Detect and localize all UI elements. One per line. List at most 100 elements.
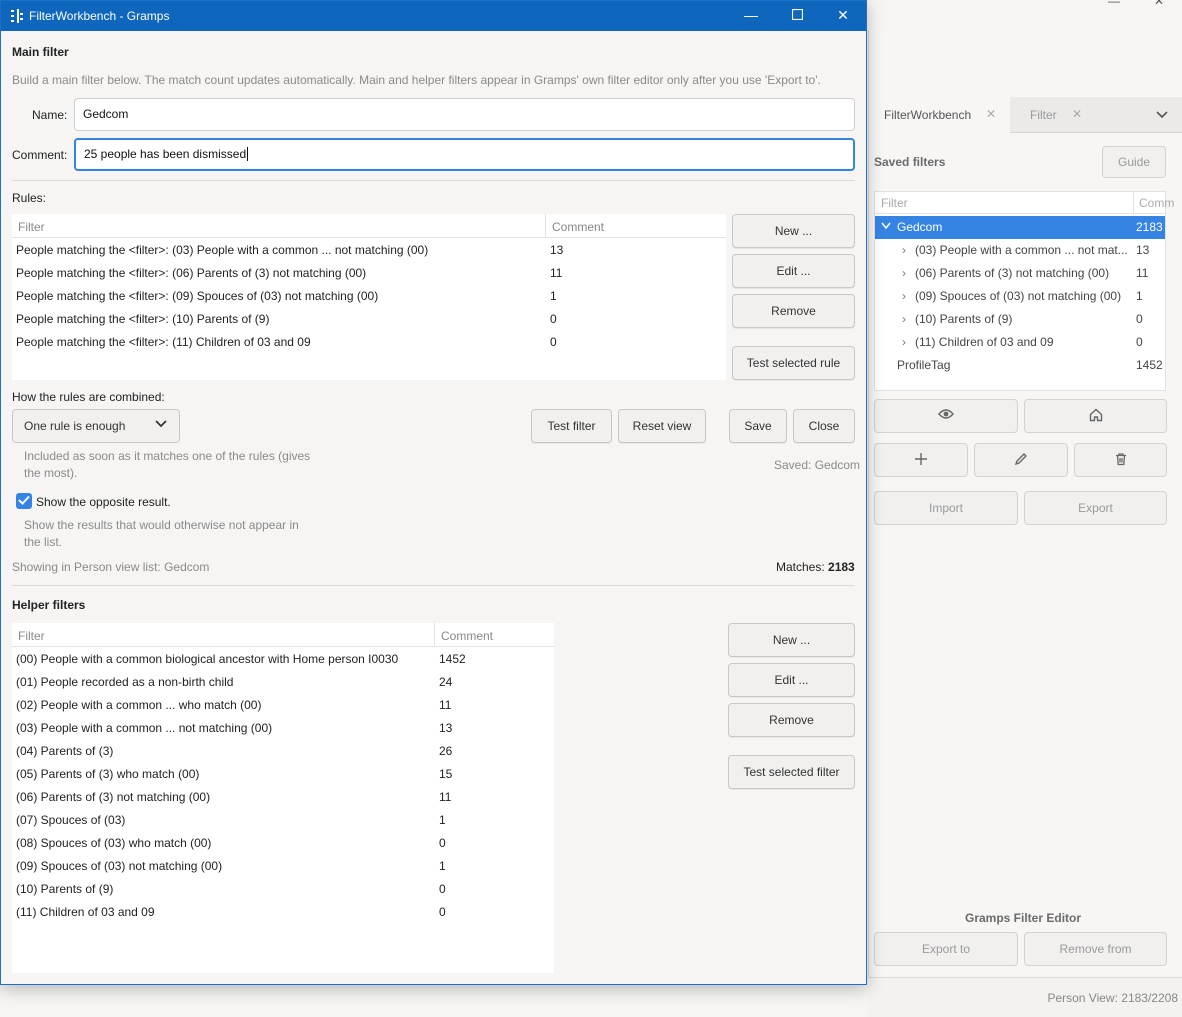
view-filter-button[interactable]: [874, 399, 1018, 433]
column-filter[interactable]: Filter: [18, 629, 45, 643]
expander-closed-icon[interactable]: ›: [902, 243, 906, 257]
tab-filterworkbench[interactable]: FilterWorkbench ✕: [872, 97, 1010, 133]
opposite-checkbox[interactable]: [16, 493, 32, 509]
tree-row[interactable]: ProfileTag 1452: [875, 354, 1165, 377]
table-row[interactable]: People matching the <filter>: (09) Spouc…: [12, 285, 726, 308]
plus-icon: [914, 453, 928, 469]
helper-filter: (08) Spouces of (03) who match (00): [16, 836, 212, 850]
column-comment[interactable]: Comment: [552, 220, 604, 234]
close-button[interactable]: Close: [793, 409, 855, 443]
rule-comment: 0: [550, 335, 557, 349]
export-button[interactable]: Export: [1024, 491, 1167, 525]
tree-row-count: 0: [1136, 312, 1143, 326]
table-row[interactable]: People matching the <filter>: (03) Peopl…: [12, 239, 726, 262]
remove-from-button[interactable]: Remove from: [1024, 932, 1167, 966]
main-filter-description: Build a main filter below. The match cou…: [12, 73, 821, 87]
table-row[interactable]: People matching the <filter>: (06) Paren…: [12, 262, 726, 285]
name-field[interactable]: Gedcom: [74, 98, 855, 131]
table-row[interactable]: (07) Spouces of (03) 1: [12, 809, 554, 832]
table-row[interactable]: (04) Parents of (3) 26: [12, 740, 554, 763]
tab-close-icon[interactable]: ✕: [1072, 107, 1082, 121]
test-selected-filter-button[interactable]: Test selected filter: [728, 755, 855, 789]
save-button[interactable]: Save: [729, 409, 787, 443]
comment-field[interactable]: 25 people has been dismissed: [74, 138, 855, 171]
expander-closed-icon[interactable]: ›: [902, 335, 906, 349]
close-icon[interactable]: ✕: [1154, 0, 1164, 8]
tree-row[interactable]: › (11) Children of 03 and 09 0: [875, 331, 1165, 354]
column-comment[interactable]: Comment: [441, 629, 493, 643]
tree-row-label: Gedcom: [897, 220, 943, 234]
table-row[interactable]: (10) Parents of (9) 0: [12, 878, 554, 901]
guide-button[interactable]: Guide: [1102, 146, 1166, 178]
table-row[interactable]: (06) Parents of (3) not matching (00) 11: [12, 786, 554, 809]
tree-row-count: 1452: [1136, 358, 1163, 372]
column-filter[interactable]: Filter: [18, 220, 45, 234]
table-row[interactable]: (02) People with a common ... who match …: [12, 694, 554, 717]
table-row[interactable]: (00) People with a common biological anc…: [12, 648, 554, 671]
tree-row[interactable]: › (09) Spouces of (03) not matching (00)…: [875, 285, 1165, 308]
text-cursor: [247, 147, 249, 161]
main-filter-heading: Main filter: [12, 45, 69, 59]
tab-label: Filter: [1030, 108, 1057, 122]
tree-row[interactable]: › (03) People with a common ... not mat.…: [875, 239, 1165, 262]
helper-filters-list[interactable]: Filter Comment (00) People with a common…: [12, 623, 554, 973]
helper-comment: 1: [439, 813, 446, 827]
minimize-icon[interactable]: —: [736, 5, 766, 27]
import-button[interactable]: Import: [874, 491, 1018, 525]
reset-view-button[interactable]: Reset view: [618, 409, 706, 443]
table-row[interactable]: People matching the <filter>: (10) Paren…: [12, 308, 726, 331]
table-row[interactable]: (09) Spouces of (03) not matching (00) 1: [12, 855, 554, 878]
combine-dropdown[interactable]: One rule is enough: [12, 409, 180, 443]
tabs-menu-chevron-icon[interactable]: [1156, 108, 1168, 122]
rule-filter: People matching the <filter>: (09) Spouc…: [16, 289, 379, 303]
table-row[interactable]: (11) Children of 03 and 09 0: [12, 901, 554, 924]
home-button[interactable]: [1024, 399, 1167, 433]
helper-comment: 0: [439, 882, 446, 896]
opposite-label[interactable]: Show the opposite result.: [36, 495, 171, 509]
tree-column-comment[interactable]: Comm: [1133, 192, 1174, 214]
tab-close-icon[interactable]: ✕: [986, 107, 996, 121]
helper-list-header: Filter Comment: [12, 623, 554, 647]
minimize-icon[interactable]: —: [1108, 0, 1120, 8]
tree-row[interactable]: Gedcom 2183: [875, 216, 1165, 239]
test-filter-button[interactable]: Test filter: [531, 409, 612, 443]
saved-filters-tree[interactable]: Filter Comm Gedcom 2183 › (03) People wi…: [874, 191, 1174, 391]
new-rule-button[interactable]: New ...: [732, 214, 855, 248]
close-icon[interactable]: ✕: [828, 5, 858, 27]
helper-comment: 0: [439, 905, 446, 919]
table-row[interactable]: (01) People recorded as a non-birth chil…: [12, 671, 554, 694]
window-title: FilterWorkbench - Gramps: [29, 9, 170, 23]
helper-comment: 24: [439, 675, 453, 689]
edit-filter-button[interactable]: [974, 443, 1068, 477]
new-helper-button[interactable]: New ...: [728, 623, 855, 657]
table-row[interactable]: (03) People with a common ... not matchi…: [12, 717, 554, 740]
table-row[interactable]: (05) Parents of (3) who match (00) 15: [12, 763, 554, 786]
edit-helper-button[interactable]: Edit ...: [728, 663, 855, 697]
tree-row[interactable]: › (06) Parents of (3) not matching (00) …: [875, 262, 1165, 285]
maximize-icon[interactable]: [782, 5, 812, 27]
tree-row[interactable]: › (10) Parents of (9) 0: [875, 308, 1165, 331]
export-to-button[interactable]: Export to: [874, 932, 1018, 966]
remove-helper-button[interactable]: Remove: [728, 703, 855, 737]
delete-filter-button[interactable]: [1074, 443, 1167, 477]
tree-column-filter[interactable]: Filter: [881, 196, 908, 210]
table-row[interactable]: People matching the <filter>: (11) Child…: [12, 331, 726, 354]
tree-row-count: 0: [1136, 335, 1143, 349]
table-row[interactable]: (08) Spouces of (03) who match (00) 0: [12, 832, 554, 855]
expander-closed-icon[interactable]: ›: [902, 289, 906, 303]
tab-filter[interactable]: Filter ✕: [1018, 97, 1118, 133]
expander-closed-icon[interactable]: ›: [902, 312, 906, 326]
expander-closed-icon[interactable]: ›: [902, 266, 906, 280]
edit-rule-button[interactable]: Edit ...: [732, 254, 855, 288]
rules-label: Rules:: [12, 191, 47, 205]
filter-editor-label: Gramps Filter Editor: [965, 911, 1082, 925]
titlebar[interactable]: FilterWorkbench - Gramps — ✕: [1, 1, 866, 31]
test-selected-rule-button[interactable]: Test selected rule: [732, 346, 855, 380]
rules-list[interactable]: Filter Comment People matching the <filt…: [12, 214, 726, 380]
add-filter-button[interactable]: [874, 443, 968, 477]
tree-row-label: (09) Spouces of (03) not matching (00): [915, 289, 1122, 303]
helper-comment: 26: [439, 744, 453, 758]
tree-row-label: ProfileTag: [897, 358, 951, 372]
remove-rule-button[interactable]: Remove: [732, 294, 855, 328]
expander-open-icon[interactable]: [881, 219, 891, 233]
